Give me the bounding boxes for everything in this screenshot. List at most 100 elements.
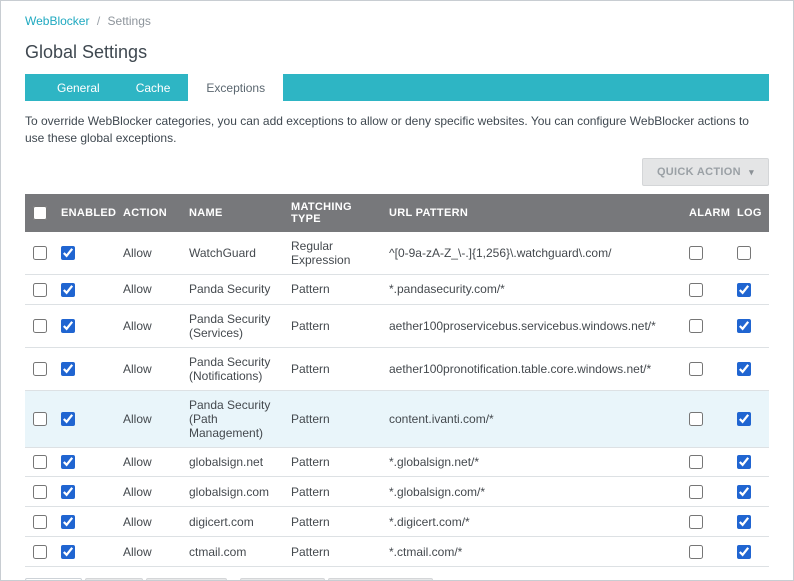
quick-action-row: QUICK ACTION ▾ [25,157,769,186]
action-cell: Allow [115,447,181,478]
table-header: ENABLED ACTION NAME MATCHING TYPE URL PA… [25,193,769,232]
action-cell: Allow [115,231,181,275]
tab-cache[interactable]: Cache [118,74,189,101]
page-title: Global Settings [25,42,148,62]
row-select-checkbox[interactable] [33,412,47,427]
table-row[interactable]: Allow globalsign.net Pattern *.globalsig… [25,447,769,478]
log-checkbox[interactable] [737,455,751,470]
matching-type-cell: Pattern [283,536,381,567]
enabled-checkbox[interactable] [61,455,75,470]
select-cell [25,536,53,567]
name-cell: Panda Security (Services) [181,304,283,348]
row-select-checkbox[interactable] [33,246,47,261]
matching-type-cell: Pattern [283,390,381,448]
log-cell [729,447,769,478]
row-select-checkbox[interactable] [33,544,47,559]
alarm-checkbox[interactable] [689,455,703,470]
enabled-checkbox[interactable] [61,282,75,297]
breadcrumb-webblocker-link[interactable]: WebBlocker [25,14,89,28]
enabled-cell [53,536,115,567]
header-url-pattern: URL PATTERN [381,193,681,232]
alarm-cell [681,347,729,391]
alarm-cell [681,536,729,567]
log-checkbox[interactable] [737,544,751,559]
alarm-checkbox[interactable] [689,282,703,297]
alarm-checkbox[interactable] [689,362,703,377]
enabled-checkbox[interactable] [61,485,75,500]
enabled-checkbox[interactable] [61,544,75,559]
table-row[interactable]: Allow Panda Security Pattern *.pandasecu… [25,274,769,305]
select-all-header-cell [25,193,53,232]
enabled-checkbox[interactable] [61,246,75,261]
name-cell: Panda Security [181,274,283,305]
enabled-checkbox[interactable] [61,412,75,427]
tab-general[interactable]: General [39,74,118,101]
log-cell [729,506,769,538]
log-cell [729,274,769,305]
log-checkbox[interactable] [737,515,751,530]
action-cell: Allow [115,390,181,448]
quick-action-button[interactable]: QUICK ACTION ▾ [641,157,769,186]
row-select-checkbox[interactable] [33,515,47,530]
breadcrumb: WebBlocker / Settings [25,14,769,28]
action-cell: Allow [115,506,181,538]
log-checkbox[interactable] [737,412,751,427]
log-checkbox[interactable] [737,485,751,500]
row-select-checkbox[interactable] [33,455,47,470]
name-cell: WatchGuard [181,231,283,275]
enabled-checkbox[interactable] [61,515,75,530]
table-row[interactable]: Allow Panda Security (Notifications) Pat… [25,347,769,391]
alarm-checkbox[interactable] [689,544,703,559]
select-cell [25,390,53,448]
alarm-checkbox[interactable] [689,515,703,530]
breadcrumb-current: Settings [107,14,151,28]
enabled-cell [53,476,115,508]
exceptions-table: ENABLED ACTION NAME MATCHING TYPE URL PA… [25,193,769,567]
select-cell [25,304,53,348]
log-checkbox[interactable] [737,319,751,334]
action-cell: Allow [115,274,181,305]
select-all-checkbox[interactable] [33,205,47,220]
row-select-checkbox[interactable] [33,485,47,500]
url-pattern-cell: aether100proservicebus.servicebus.window… [381,304,681,348]
row-select-checkbox[interactable] [33,319,47,334]
row-select-checkbox[interactable] [33,282,47,297]
select-cell [25,476,53,508]
row-select-checkbox[interactable] [33,362,47,377]
log-checkbox[interactable] [737,282,751,297]
enabled-cell [53,347,115,391]
table-row[interactable]: Allow WatchGuard Regular Expression ^[0-… [25,231,769,275]
enabled-checkbox[interactable] [61,362,75,377]
caret-down-icon: ▾ [749,166,754,177]
log-checkbox[interactable] [737,246,751,261]
action-cell: Allow [115,304,181,348]
table-row[interactable]: Allow digicert.com Pattern *.digicert.co… [25,506,769,538]
tab-exceptions[interactable]: Exceptions [188,74,284,101]
quick-action-label: QUICK ACTION [656,165,741,178]
select-cell [25,347,53,391]
log-checkbox[interactable] [737,362,751,377]
matching-type-cell: Pattern [283,347,381,391]
alarm-cell [681,390,729,448]
select-cell [25,274,53,305]
url-pattern-cell: content.ivanti.com/* [381,390,681,448]
matching-type-cell: Pattern [283,447,381,478]
table-row[interactable]: Allow globalsign.com Pattern *.globalsig… [25,476,769,508]
header-matching-type: MATCHING TYPE [283,193,381,232]
alarm-checkbox[interactable] [689,412,703,427]
select-cell [25,231,53,275]
table-row[interactable]: Allow ctmail.com Pattern *.ctmail.com/* [25,536,769,567]
enabled-checkbox[interactable] [61,319,75,334]
alarm-checkbox[interactable] [689,246,703,261]
alarm-checkbox[interactable] [689,319,703,334]
enabled-cell [53,274,115,305]
enabled-cell [53,506,115,538]
table-row[interactable]: Allow Panda Security (Path Management) P… [25,390,769,448]
alarm-checkbox[interactable] [689,485,703,500]
header-enabled: ENABLED [53,193,116,232]
matching-type-cell: Pattern [283,476,381,508]
log-cell [729,476,769,508]
table-row[interactable]: Allow Panda Security (Services) Pattern … [25,304,769,348]
name-cell: globalsign.net [181,447,283,478]
alarm-cell [681,274,729,305]
